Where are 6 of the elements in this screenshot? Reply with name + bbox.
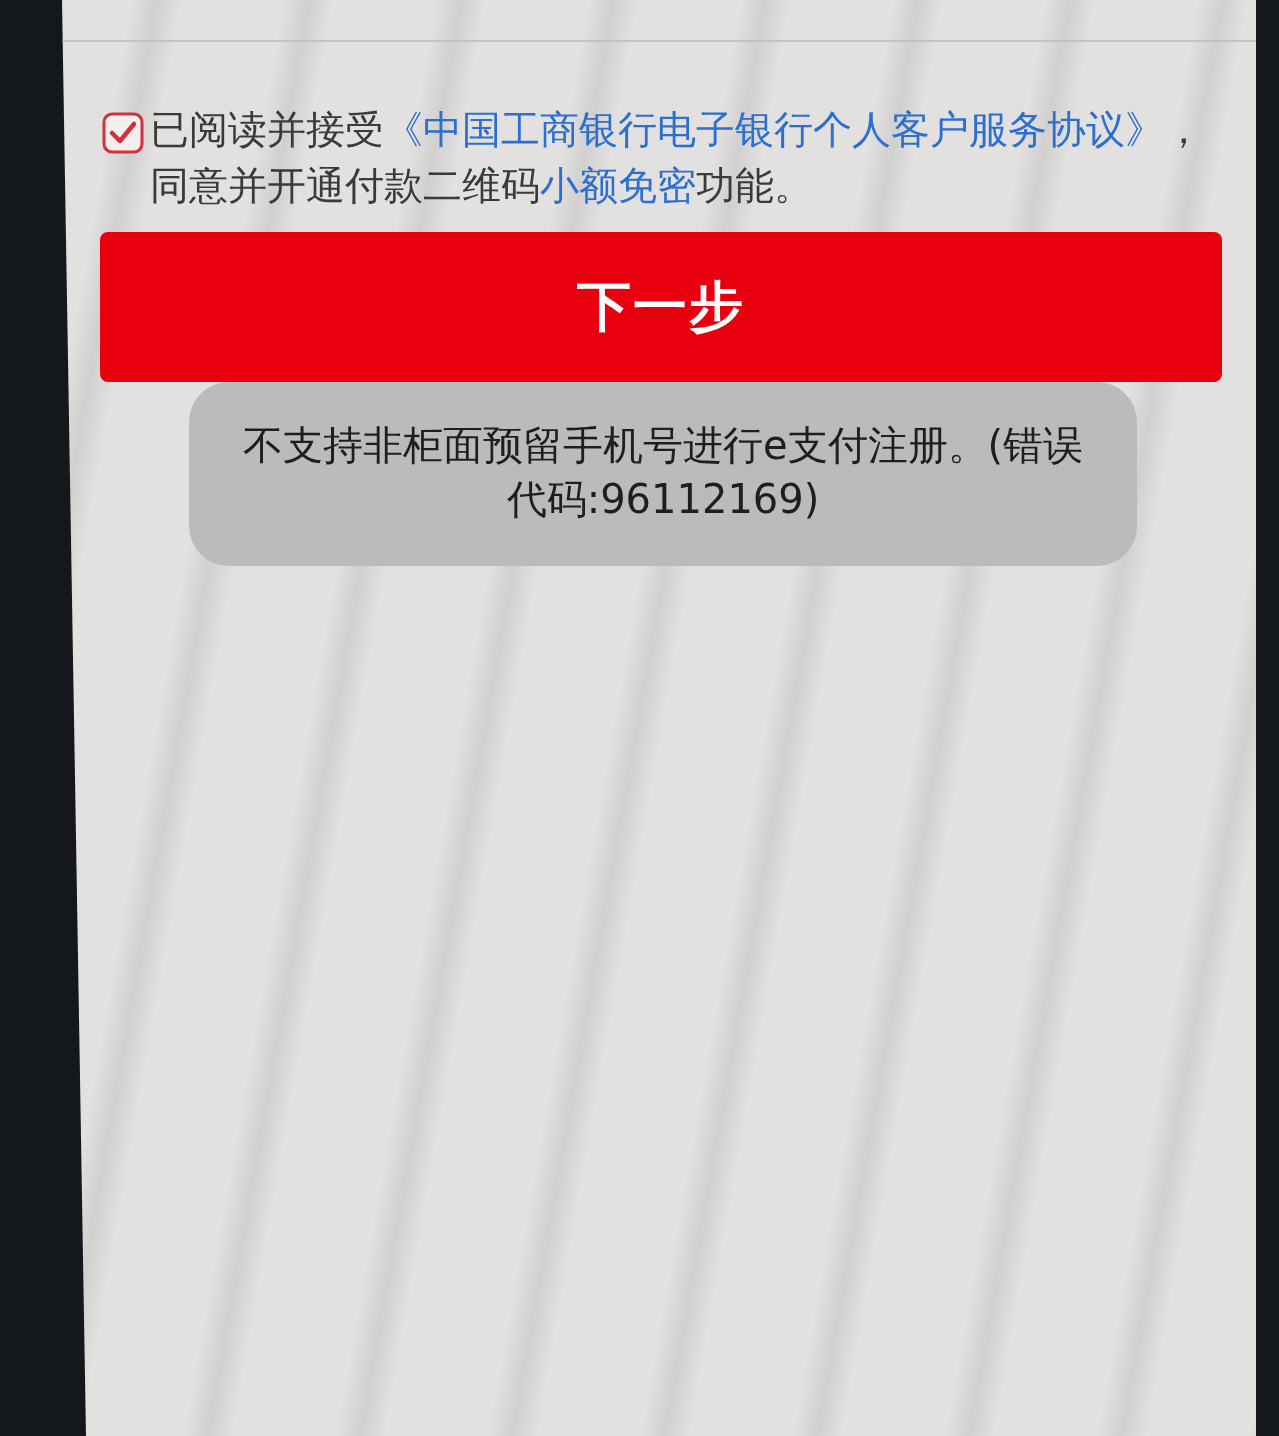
agreement-link[interactable]: 《中国工商银行电子银行个人客户服务协议》 <box>384 107 1164 152</box>
next-button[interactable]: 下一步 <box>100 232 1222 382</box>
error-toast: 不支持非柜面预留手机号进行e支付注册。(错误代码:96112169) <box>189 382 1137 566</box>
checkbox[interactable] <box>102 112 144 154</box>
feature-link[interactable]: 小额免密 <box>540 163 696 208</box>
agreement-text: 已阅读并接受《中国工商银行电子银行个人客户服务协议》，同意并开通付款二维码小额免密功能。 <box>150 106 1204 210</box>
